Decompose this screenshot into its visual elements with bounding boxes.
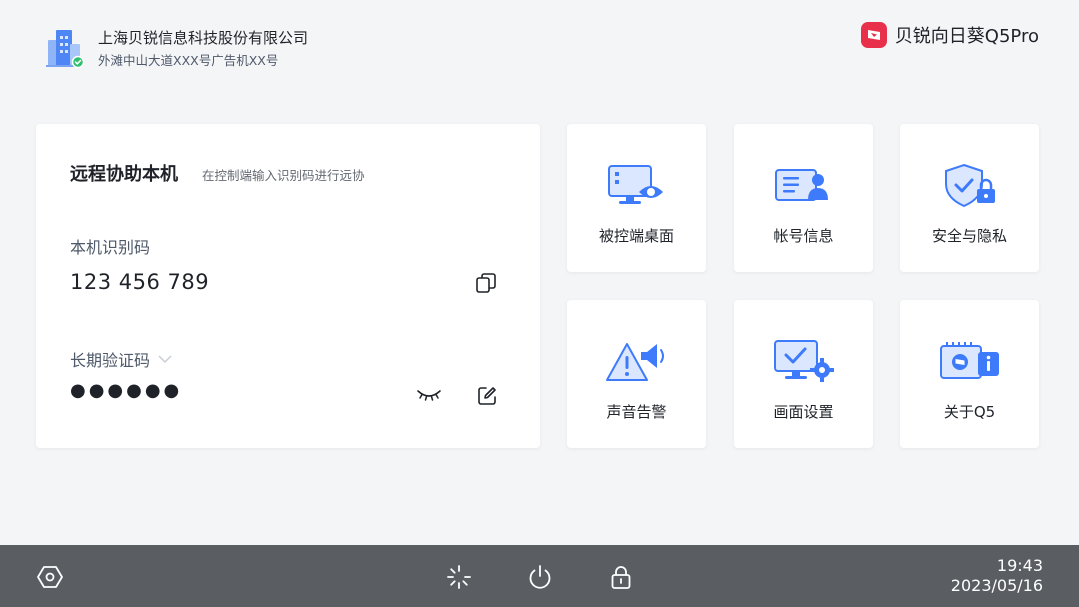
shield-lock-icon — [945, 163, 995, 208]
settings-hexagon-icon[interactable] — [36, 563, 64, 591]
device-id-label: 本机识别码 — [70, 238, 151, 257]
remote-assist-subtitle: 在控制端输入识别码进行远协 — [202, 168, 365, 183]
eye-closed-icon[interactable] — [416, 386, 442, 404]
monitor-eye-icon — [608, 165, 663, 204]
brand: 贝锐向日葵Q5Pro — [860, 22, 1039, 48]
tile-label: 安全与隐私 — [931, 227, 1007, 245]
clock: 19:43 2023/05/16 — [951, 556, 1043, 596]
clock-time: 19:43 — [996, 556, 1043, 575]
tile-security-privacy[interactable]: 安全与隐私 — [900, 124, 1039, 272]
chevron-down-icon — [158, 355, 172, 364]
tile-about[interactable]: 关于Q5 — [900, 300, 1039, 448]
tile-sound-alarm[interactable]: 声音告警 — [567, 300, 706, 448]
tile-label: 关于Q5 — [943, 403, 996, 421]
header: 上海贝锐信息科技股份有限公司 外滩中山大道XXX号广告机XX号 贝锐向日葵Q5P… — [0, 0, 1079, 100]
company-info: 上海贝锐信息科技股份有限公司 外滩中山大道XXX号广告机XX号 — [44, 26, 308, 70]
about-info-icon — [940, 342, 999, 379]
power-icon[interactable] — [526, 563, 554, 591]
loading-icon[interactable] — [445, 563, 473, 591]
tile-label: 声音告警 — [606, 403, 667, 421]
tile-label: 被控端桌面 — [598, 227, 674, 245]
edit-icon[interactable] — [476, 385, 498, 407]
password-value: ●●●●●● — [70, 380, 183, 401]
tile-display-settings[interactable]: 画面设置 — [734, 300, 873, 448]
copy-icon[interactable] — [474, 271, 498, 295]
clock-date: 2023/05/16 — [950, 576, 1043, 595]
account-card-icon — [775, 169, 828, 201]
sunlogin-logo-icon — [860, 22, 887, 48]
taskbar: 19:43 2023/05/16 — [0, 545, 1079, 607]
remote-assist-card: 远程协助本机 在控制端输入识别码进行远协 本机识别码 123 456 789 长… — [36, 124, 540, 448]
tile-controlled-desktop[interactable]: 被控端桌面 — [567, 124, 706, 272]
company-name: 上海贝锐信息科技股份有限公司 — [98, 28, 309, 47]
password-label: 长期验证码 — [70, 351, 151, 370]
tile-account-info[interactable]: 帐号信息 — [734, 124, 873, 272]
remote-assist-title: 远程协助本机 — [70, 164, 178, 185]
display-settings-icon — [774, 340, 834, 382]
brand-name: 贝锐向日葵Q5Pro — [894, 26, 1039, 47]
alarm-speaker-icon — [606, 343, 664, 381]
tile-label: 画面设置 — [773, 403, 834, 421]
tile-label: 帐号信息 — [773, 227, 834, 245]
building-icon — [46, 30, 84, 69]
device-id-value: 123 456 789 — [70, 270, 210, 294]
password-type-dropdown[interactable]: 长期验证码 — [70, 347, 172, 371]
company-address: 外滩中山大道XXX号广告机XX号 — [98, 52, 279, 68]
lock-icon[interactable] — [607, 563, 635, 591]
